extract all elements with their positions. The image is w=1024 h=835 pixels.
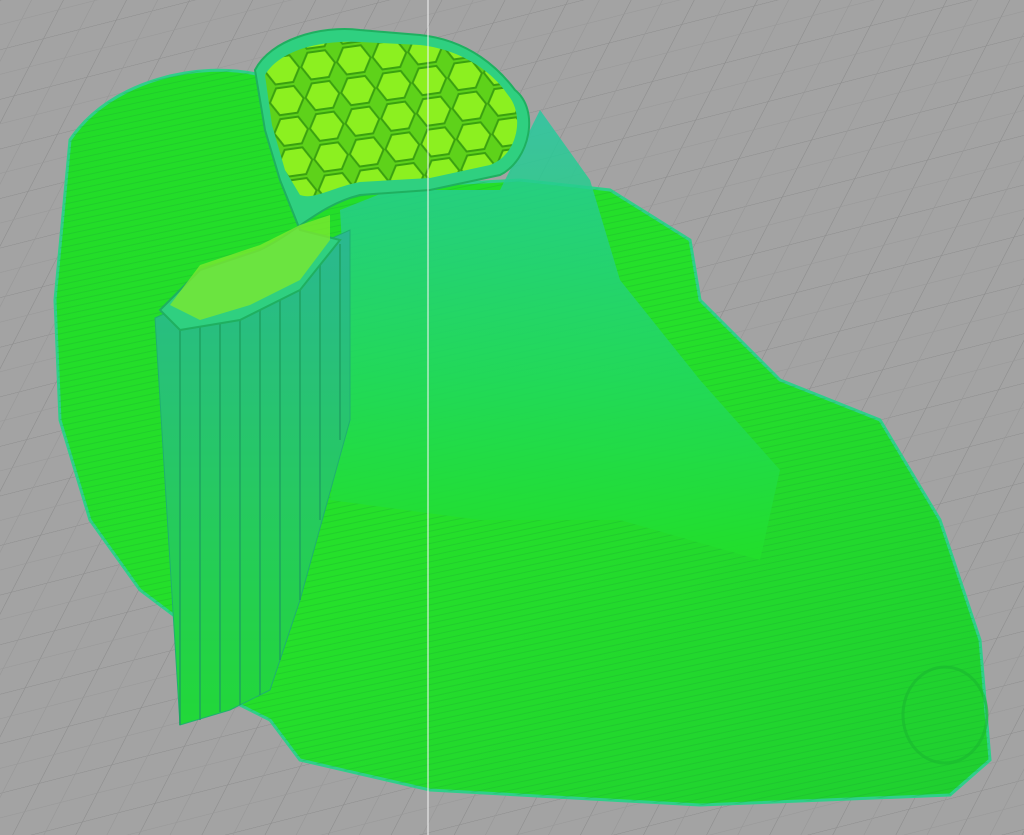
- 3d-preview-viewport[interactable]: [0, 0, 1024, 835]
- scene: [0, 0, 1024, 835]
